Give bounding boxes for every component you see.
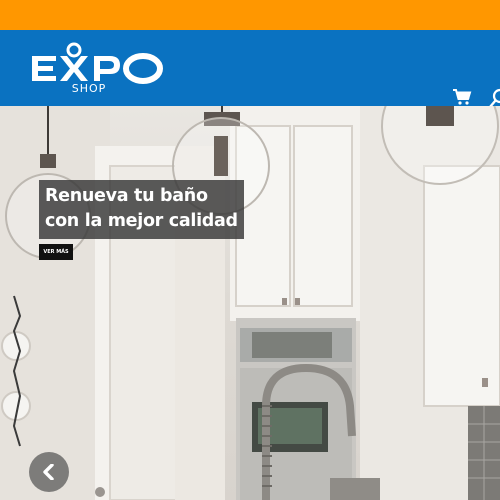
- expo-shop-logo[interactable]: SHOP: [26, 38, 196, 100]
- hero-caption-line-1: Renueva tu baño: [45, 186, 208, 206]
- kitchen-hero-image: [0, 106, 500, 500]
- cart-icon[interactable]: [452, 88, 472, 108]
- hero-caption: Renueva tu baño con la mejor calidad: [39, 180, 244, 239]
- chevron-left-icon: [43, 464, 54, 480]
- logo-subtitle: SHOP: [71, 82, 107, 95]
- hero-caption-line-2: con la mejor calidad: [45, 211, 238, 231]
- see-more-button[interactable]: VER MÁS: [39, 244, 73, 260]
- top-announcement-bar: [0, 0, 500, 30]
- hero-slider[interactable]: Renueva tu baño con la mejor calidad VER…: [0, 106, 500, 500]
- site-header: SHOP: [0, 30, 500, 109]
- logo-wordmark: [32, 42, 163, 84]
- slider-prev-button[interactable]: [29, 452, 69, 492]
